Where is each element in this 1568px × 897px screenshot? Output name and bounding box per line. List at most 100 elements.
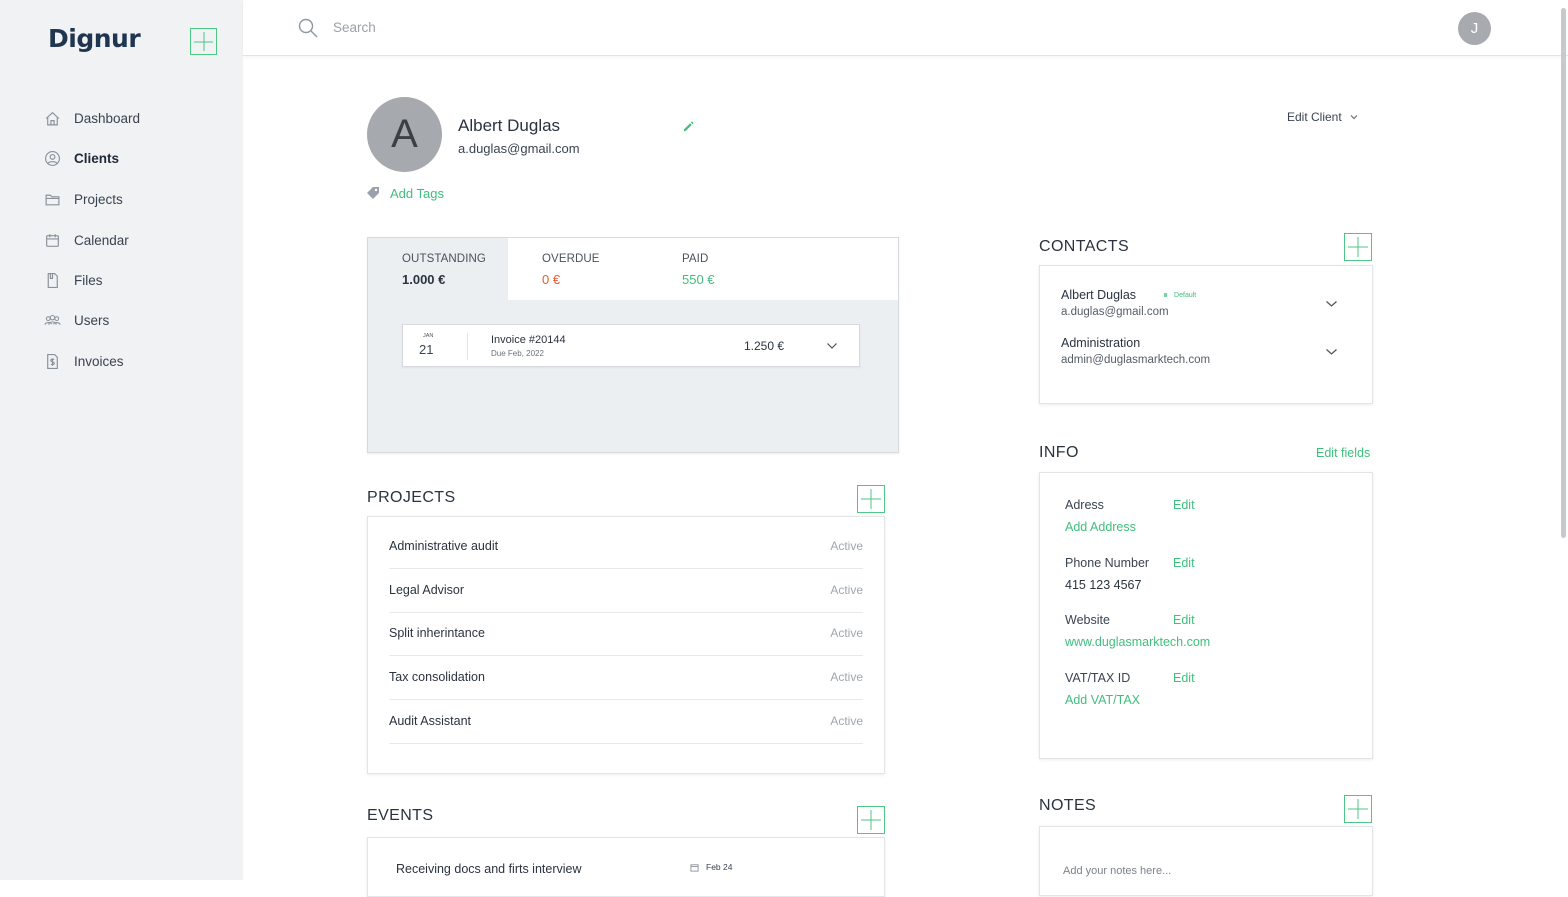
add-project-button[interactable] (857, 485, 885, 513)
edit-vat-link[interactable]: Edit (1173, 671, 1195, 685)
project-name: Administrative audit (389, 539, 499, 553)
users-icon (44, 314, 61, 325)
project-status: Active (830, 714, 863, 728)
website-label: Website (1065, 613, 1110, 627)
sidebar-item-label: Dashboard (74, 110, 141, 126)
contact-item[interactable]: Albert Duglas Default a.duglas@gmail.com (1061, 288, 1341, 318)
search-input[interactable] (333, 16, 733, 38)
project-status: Active (830, 670, 863, 684)
app-logo[interactable]: Dignur (48, 24, 141, 53)
address-label: Adress (1065, 498, 1104, 512)
tab-paid[interactable]: PAID 550 € (648, 238, 788, 300)
sidebar-item-label: Files (74, 272, 103, 288)
user-circle-icon (45, 150, 60, 166)
chevron-down-icon[interactable] (826, 341, 838, 351)
phone-label: Phone Number (1065, 556, 1150, 570)
tab-overdue[interactable]: OVERDUE 0 € (508, 238, 648, 300)
project-status: Active (830, 626, 863, 640)
event-date-label: Feb 24 (706, 862, 733, 872)
list-item[interactable]: Audit Assistant Active (389, 700, 863, 744)
list-item[interactable]: Split inherintance Active (389, 612, 863, 656)
add-note-button[interactable] (1344, 795, 1372, 823)
balance-tabs: OUTSTANDING 1.000 € OVERDUE 0 € PAID 550… (368, 238, 898, 300)
tag-icon (367, 187, 379, 199)
edit-client-dropdown[interactable]: Edit Client (1287, 110, 1359, 124)
add-vat-link[interactable]: Add VAT/TAX (1065, 693, 1140, 707)
sidebar-item-calendar[interactable]: Calendar (44, 229, 129, 251)
sidebar-item-label: Invoices (74, 353, 124, 369)
invoice-month: JAN (423, 333, 434, 339)
edit-fields-link[interactable]: Edit fields (1316, 446, 1370, 460)
edit-phone-link[interactable]: Edit (1173, 556, 1195, 570)
invoice-icon (47, 353, 58, 369)
sidebar-item-files[interactable]: Files (44, 269, 103, 291)
paid-value: 550 € (682, 272, 715, 287)
add-contact-button[interactable] (1344, 233, 1372, 261)
event-date: Feb 24 (690, 862, 732, 872)
events-title: EVENTS (367, 807, 434, 824)
topbar: J (243, 0, 1568, 56)
chevron-down-icon (1350, 115, 1358, 120)
invoice-row[interactable]: JAN 21 Invoice #20144 Due Feb, 2022 1.25… (402, 324, 860, 367)
chevron-down-icon[interactable] (1325, 299, 1338, 309)
contact-email: admin@duglasmarktech.com (1061, 354, 1211, 366)
invoice-amount: 1.250 € (744, 339, 785, 353)
edit-website-link[interactable]: Edit (1173, 613, 1195, 627)
project-name: Legal Advisor (389, 583, 465, 597)
contact-item[interactable]: Administration admin@duglasmarktech.com (1061, 336, 1341, 366)
projects-list: Administrative audit Active Legal Adviso… (367, 516, 885, 774)
sidebar-item-invoices[interactable]: Invoices (44, 350, 124, 372)
edit-client-label: Edit Client (1287, 110, 1342, 124)
search-icon (298, 18, 318, 38)
notes-title: NOTES (1039, 797, 1097, 814)
sidebar-item-label: Projects (74, 191, 123, 207)
sidebar-item-clients[interactable]: Clients (44, 147, 119, 169)
event-name[interactable]: Receiving docs and firts interview (396, 862, 582, 876)
contacts-list: Albert Duglas Default a.duglas@gmail.com… (1039, 265, 1373, 404)
sidebar-item-dashboard[interactable]: Dashboard (44, 107, 140, 129)
invoice-title: Invoice #20144 (491, 334, 566, 346)
home-icon (45, 111, 60, 125)
add-tags-link[interactable]: Add Tags (390, 186, 444, 201)
vat-label: VAT/TAX ID (1065, 671, 1131, 685)
projects-title: PROJECTS (367, 489, 456, 506)
invoice-day: 21 (419, 342, 434, 357)
list-item[interactable]: Legal Advisor Active (389, 569, 863, 613)
tab-outstanding[interactable]: OUTSTANDING 1.000 € (368, 238, 508, 300)
events-list: Receiving docs and firts interview Feb 2… (367, 837, 885, 897)
divider (467, 333, 468, 360)
quick-add-button[interactable] (190, 28, 217, 55)
website-link[interactable]: www.duglasmarktech.com (1065, 635, 1210, 649)
project-status: Active (830, 539, 863, 553)
phone-value: 415 123 4567 (1065, 578, 1142, 592)
client-email: a.duglas@gmail.com (458, 141, 580, 156)
sidebar-item-label: Calendar (74, 232, 129, 248)
user-avatar[interactable]: J (1458, 12, 1491, 45)
scrollbar[interactable] (1561, 8, 1566, 538)
sidebar-item-users[interactable]: Users (44, 309, 109, 331)
notes-card (1039, 826, 1373, 896)
add-event-button[interactable] (857, 806, 885, 834)
file-icon (47, 272, 58, 288)
sidebar-item-label: Clients (74, 150, 120, 166)
sidebar: Dignur Dashboard Clients Projects Calend… (0, 0, 243, 880)
project-status: Active (830, 583, 863, 597)
notes-input[interactable] (1063, 865, 1353, 877)
edit-address-link[interactable]: Edit (1173, 498, 1195, 512)
add-address-link[interactable]: Add Address (1065, 520, 1136, 534)
overdue-label: OVERDUE (542, 253, 600, 265)
list-item[interactable]: Administrative audit Active (389, 525, 863, 569)
folder-icon (45, 194, 60, 205)
outstanding-label: OUTSTANDING (402, 253, 486, 265)
chevron-down-icon[interactable] (1325, 347, 1338, 357)
calendar-icon (46, 233, 59, 247)
outstanding-value: 1.000 € (402, 272, 446, 287)
sidebar-item-projects[interactable]: Projects (44, 188, 123, 210)
client-avatar: A (367, 97, 442, 172)
overdue-value: 0 € (542, 272, 561, 287)
contacts-title: CONTACTS (1039, 238, 1130, 255)
edit-name-pencil-icon[interactable] (682, 120, 695, 133)
info-title: INFO (1039, 444, 1079, 461)
info-card: Adress Edit Add Address Phone Number Edi… (1039, 472, 1373, 759)
list-item[interactable]: Tax consolidation Active (389, 656, 863, 700)
